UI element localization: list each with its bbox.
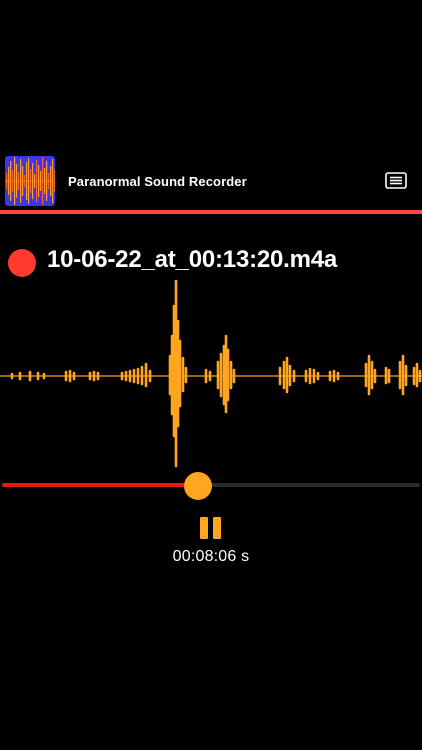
recording-file-name: 10-06-22_at_00:13:20.m4a bbox=[47, 246, 338, 273]
elapsed-time: 00:08:06 s bbox=[172, 548, 250, 565]
seek-bar-progress bbox=[2, 483, 199, 487]
pause-icon-bar bbox=[213, 517, 221, 539]
record-dot-icon bbox=[8, 249, 36, 277]
header-divider bbox=[0, 210, 422, 214]
pause-icon bbox=[200, 517, 208, 539]
app-header: Paranormal Sound Recorder bbox=[0, 152, 422, 210]
app-title: Paranormal Sound Recorder bbox=[68, 174, 247, 189]
list-menu-button[interactable] bbox=[385, 171, 407, 191]
waveform-app-icon bbox=[5, 156, 55, 206]
audio-waveform[interactable] bbox=[0, 279, 422, 470]
seek-bar-thumb[interactable] bbox=[184, 472, 213, 500]
pause-button[interactable] bbox=[199, 517, 223, 541]
list-icon bbox=[385, 172, 407, 189]
